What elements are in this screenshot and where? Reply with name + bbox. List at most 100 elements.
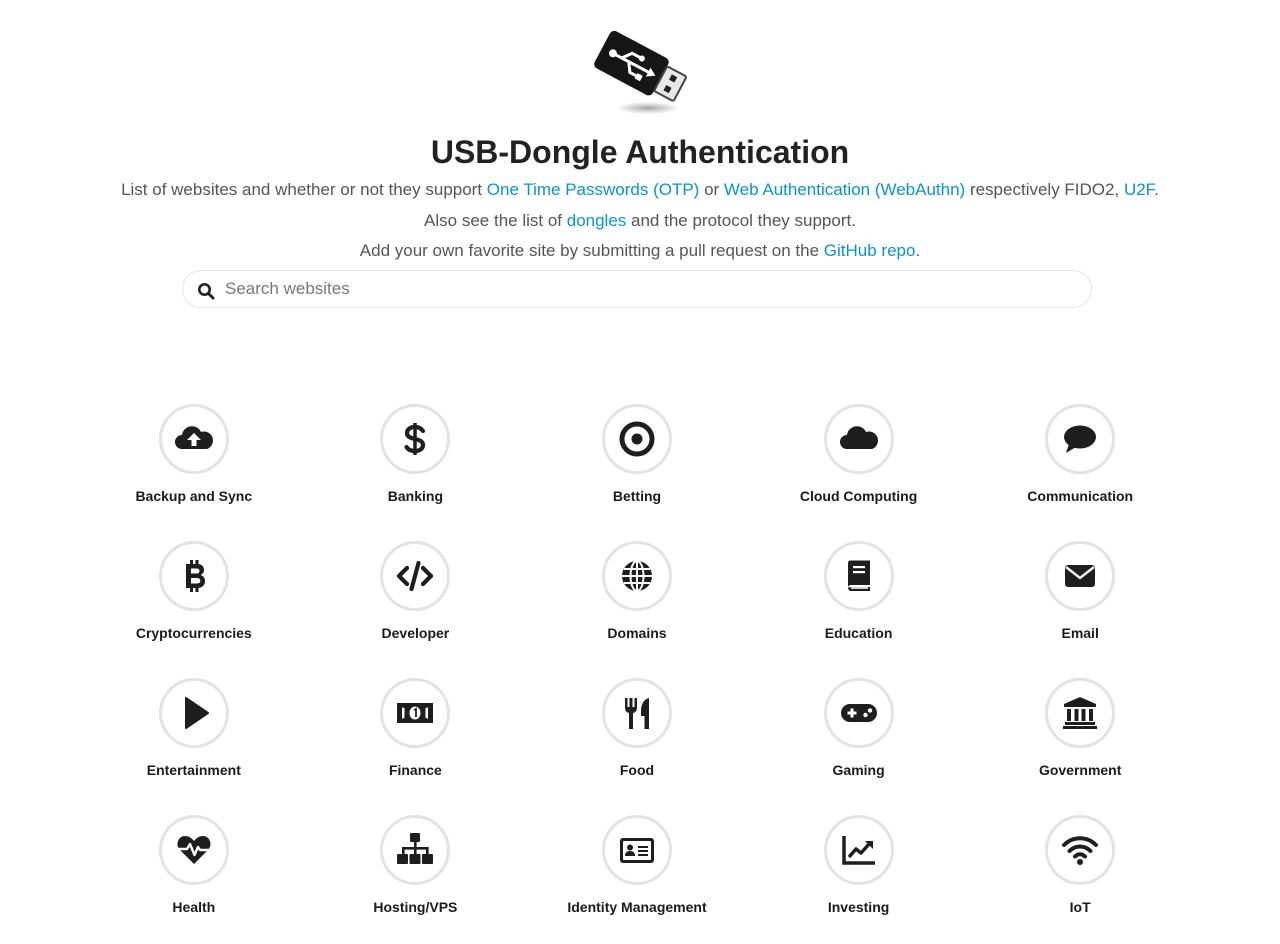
category-label: Finance	[388, 762, 442, 778]
target-icon	[619, 421, 655, 457]
category-investing[interactable]: Investing	[748, 815, 970, 944]
cloud-upload-icon	[174, 426, 213, 449]
category-cryptocurrencies[interactable]: Cryptocurrencies	[83, 541, 305, 678]
category-label: Investing	[827, 899, 890, 915]
category-food[interactable]: Food	[526, 678, 748, 815]
category-gaming[interactable]: Gaming	[748, 678, 970, 815]
chart-line-icon	[841, 836, 875, 865]
intro-text: respectively FIDO2,	[965, 180, 1124, 199]
category-label: Developer	[381, 625, 450, 641]
category-label: Cryptocurrencies	[135, 625, 252, 641]
category-icon-circle	[158, 678, 229, 748]
category-education[interactable]: Education	[748, 541, 970, 678]
intro-text: .	[915, 241, 921, 260]
category-developer[interactable]: Developer	[305, 541, 527, 678]
category-icon-circle	[601, 404, 672, 474]
page: USB-Dongle Authentication List of websit…	[0, 0, 1280, 944]
search-icon	[198, 283, 215, 300]
u2f-link[interactable]: U2F	[1124, 180, 1154, 199]
category-government[interactable]: Government	[969, 678, 1191, 815]
gamepad-icon	[840, 704, 877, 722]
intro-text: .	[1154, 180, 1159, 199]
category-hosting-vps[interactable]: Hosting/VPS	[305, 815, 527, 944]
dollar-icon	[404, 423, 426, 455]
category-label: Betting	[612, 488, 662, 504]
category-icon-circle	[158, 541, 229, 611]
category-icon-circle	[158, 815, 229, 885]
category-label: Entertainment	[146, 762, 241, 778]
category-label: Hosting/VPS	[373, 899, 458, 915]
category-finance[interactable]: Finance	[305, 678, 527, 815]
category-icon-circle	[1045, 815, 1116, 885]
category-label: Government	[1038, 762, 1122, 778]
category-label: Email	[1061, 625, 1099, 641]
envelope-icon	[1065, 565, 1096, 587]
book-icon	[847, 560, 870, 591]
category-backup-and-sync[interactable]: Backup and Sync	[83, 404, 305, 541]
category-icon-circle	[1045, 541, 1116, 611]
category-label: Cloud Computing	[799, 488, 918, 504]
category-icon-circle	[380, 678, 451, 748]
cloud-icon	[839, 426, 878, 449]
category-icon-circle	[1045, 678, 1116, 748]
category-iot[interactable]: IoT	[969, 815, 1191, 944]
github-repo-link[interactable]: GitHub repo	[824, 241, 916, 260]
category-health[interactable]: Health	[83, 815, 305, 944]
category-identity-management[interactable]: Identity Management	[526, 815, 748, 944]
sitemap-icon	[397, 833, 434, 864]
category-icon-circle	[601, 815, 672, 885]
page-title: USB-Dongle Authentication	[430, 134, 850, 170]
globe-icon	[621, 560, 652, 592]
category-banking[interactable]: Banking	[305, 404, 527, 541]
intro-line-2: Also see the list of dongles and the pro…	[0, 210, 1280, 232]
category-icon-circle	[380, 815, 451, 885]
category-betting[interactable]: Betting	[526, 404, 748, 541]
category-icon-circle	[601, 541, 672, 611]
landmark-icon	[1063, 697, 1098, 729]
category-label: Gaming	[832, 762, 885, 778]
wifi-icon	[1062, 836, 1099, 865]
category-label: Banking	[387, 488, 443, 504]
category-label: Food	[619, 762, 655, 778]
category-entertainment[interactable]: Entertainment	[83, 678, 305, 815]
dongles-link[interactable]: dongles	[567, 211, 627, 230]
category-icon-circle	[823, 541, 894, 611]
search-input[interactable]	[225, 275, 1065, 303]
speech-bubble-icon	[1064, 425, 1097, 453]
category-label: IoT	[1069, 899, 1091, 915]
webauthn-link[interactable]: Web Authentication (WebAuthn)	[724, 180, 965, 199]
bitcoin-icon	[185, 560, 205, 592]
id-card-icon	[619, 838, 654, 863]
intro-line-3: Add your own favorite site by submitting…	[0, 240, 1280, 262]
intro-text: and the protocol they support.	[626, 211, 856, 230]
otp-link[interactable]: One Time Passwords (OTP)	[487, 180, 700, 199]
play-icon	[184, 697, 209, 729]
category-icon-circle	[823, 815, 894, 885]
category-label: Identity Management	[567, 899, 707, 915]
category-icon-circle	[380, 404, 451, 474]
category-label: Communication	[1027, 488, 1134, 504]
category-label: Health	[172, 899, 216, 915]
utensils-icon	[624, 698, 649, 729]
heartbeat-icon	[177, 836, 211, 864]
intro-line-1: List of websites and whether or not they…	[0, 179, 1280, 201]
category-domains[interactable]: Domains	[526, 541, 748, 678]
category-cloud-computing[interactable]: Cloud Computing	[748, 404, 970, 541]
intro-text: List of websites and whether or not they…	[121, 180, 487, 199]
category-icon-circle	[823, 678, 894, 748]
usb-dongle-icon	[594, 30, 687, 114]
category-communication[interactable]: Communication	[969, 404, 1191, 541]
category-icon-circle	[601, 678, 672, 748]
category-icon-circle	[158, 404, 229, 474]
code-icon	[397, 560, 434, 592]
category-label: Education	[824, 625, 893, 641]
category-label: Backup and Sync	[135, 488, 253, 504]
intro-text: Add your own favorite site by submitting…	[359, 241, 824, 260]
category-email[interactable]: Email	[969, 541, 1191, 678]
category-label: Domains	[607, 625, 667, 641]
category-icon-circle	[1045, 404, 1116, 474]
category-icon-circle	[823, 404, 894, 474]
category-grid: Backup and Sync Banking Betting Cloud Co…	[83, 404, 1191, 944]
search-bar[interactable]	[182, 270, 1092, 308]
category-icon-circle	[380, 541, 451, 611]
